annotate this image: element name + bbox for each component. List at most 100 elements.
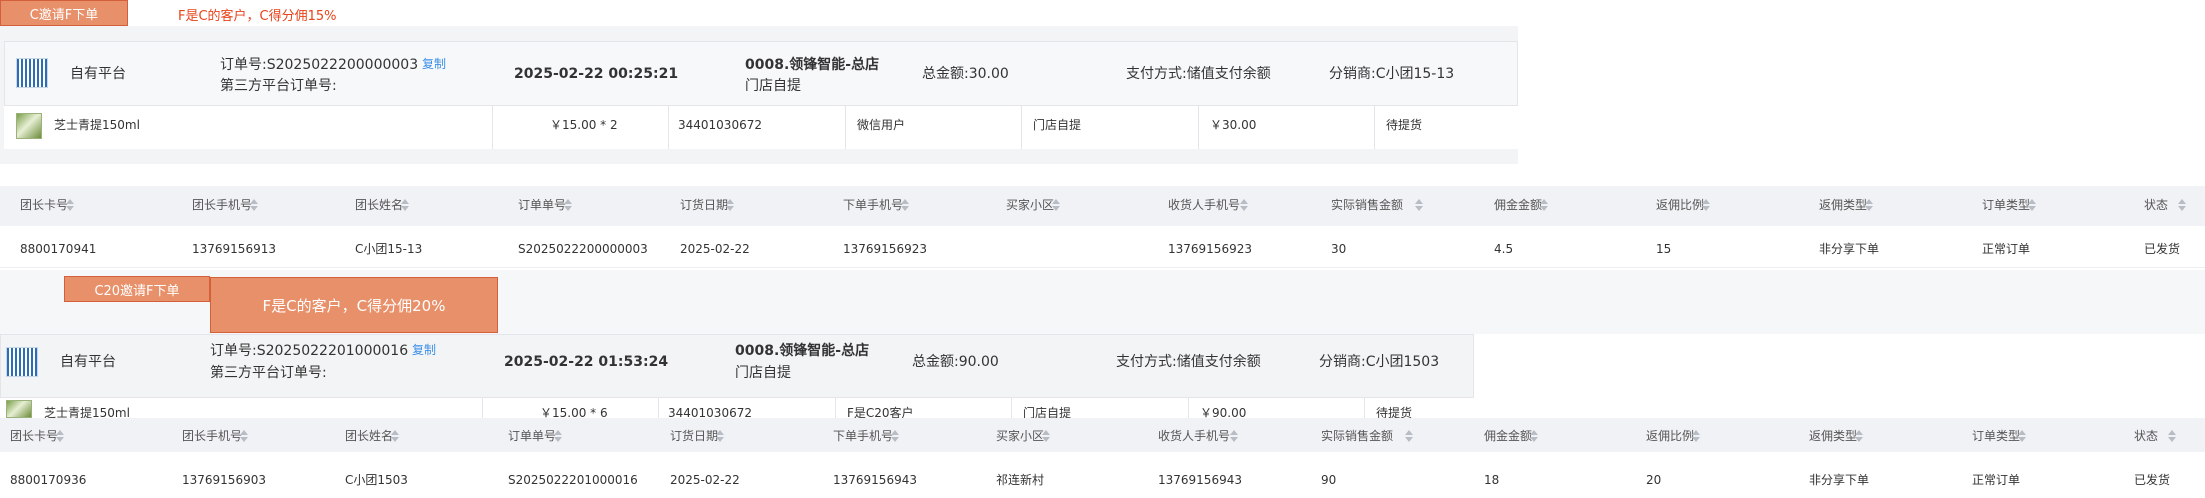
table1-header-rebate-rate[interactable]: 返佣比例 (1656, 199, 1704, 211)
table2-header-actual-sales[interactable]: 实际销售金额 (1321, 430, 1393, 442)
sort-icon[interactable] (1702, 199, 1710, 211)
section2-tag: C20邀请F下单 (64, 276, 210, 302)
sort-icon[interactable] (726, 199, 734, 211)
table1-cell-status: 已发货 (2144, 242, 2181, 256)
table2-header-order-no[interactable]: 订单单号 (508, 430, 556, 442)
sort-icon[interactable] (1052, 199, 1060, 211)
table2-header-rebate-rate[interactable]: 返佣比例 (1646, 430, 1694, 442)
sort-icon[interactable] (401, 199, 409, 211)
table2-header-commission[interactable]: 佣金金额 (1484, 430, 1532, 442)
table1-header-status[interactable]: 状态 (2144, 199, 2168, 211)
table1-header-buyer-phone[interactable]: 下单手机号 (843, 199, 903, 211)
copy-link[interactable]: 复制 (422, 58, 446, 70)
order-number: 订单号:S2025022200000003 (220, 57, 419, 73)
table2-header-buyer-phone[interactable]: 下单手机号 (833, 430, 893, 442)
section2-note-box: F是C的客户，C得分佣20% (210, 277, 498, 333)
table2-cell-actual-sales: 90 (1321, 473, 1337, 487)
sort-icon[interactable] (1230, 430, 1238, 442)
table1-header-buyer-community[interactable]: 买家小区 (1006, 199, 1054, 211)
item-delivery: 门店自提 (1033, 118, 1082, 132)
table2-header-card-no[interactable]: 团长卡号 (10, 430, 58, 442)
table2-cell-receiver-phone: 13769156943 (1158, 473, 1242, 487)
table1-cell-buyer-phone: 13769156923 (843, 242, 927, 256)
sort-icon[interactable] (391, 430, 399, 442)
table1-header-card-no[interactable]: 团长卡号 (20, 199, 68, 211)
third-party-order-number: 第三方平台订单号: (210, 365, 327, 381)
sort-icon[interactable] (1042, 430, 1050, 442)
platform-logo-icon (16, 58, 48, 88)
table2-cell-rebate-type: 非分享下单 (1809, 473, 1870, 487)
table2-cell-status: 已发货 (2134, 473, 2171, 487)
sort-icon[interactable] (250, 199, 258, 211)
table1-cell-rebate-rate: 15 (1656, 242, 1672, 256)
item-price-qty: ￥15.00 * 2 (550, 118, 618, 132)
table1-header (0, 186, 2205, 226)
table2-header-buyer-community[interactable]: 买家小区 (996, 430, 1044, 442)
sort-icon[interactable] (891, 430, 899, 442)
distributor: 分销商:C小团15-13 (1329, 66, 1455, 82)
store-name: 0008.领锋智能-总店 (735, 343, 870, 359)
table1-cell-order-date: 2025-02-22 (680, 242, 750, 256)
sort-icon[interactable] (240, 430, 248, 442)
sort-icon[interactable] (2178, 199, 2186, 211)
table2-header-leader-name[interactable]: 团长姓名 (345, 430, 393, 442)
table2-cell-commission: 18 (1484, 473, 1500, 487)
sort-icon[interactable] (2168, 430, 2176, 442)
table2-header-rebate-type[interactable]: 返佣类型 (1809, 430, 1857, 442)
pickup-method: 门店自提 (735, 365, 791, 381)
table1-cell-leader-name: C小团15-13 (355, 242, 423, 256)
sort-icon[interactable] (1530, 430, 1538, 442)
table1-header-actual-sales[interactable]: 实际销售金额 (1331, 199, 1403, 211)
sort-icon[interactable] (1415, 199, 1423, 211)
sort-icon[interactable] (1540, 199, 1548, 211)
table1-cell-receiver-phone: 13769156923 (1168, 242, 1252, 256)
sort-icon[interactable] (56, 430, 64, 442)
table1-header-order-date[interactable]: 订货日期 (680, 199, 728, 211)
order-number: 订单号:S2025022201000016 (210, 343, 409, 359)
store-name: 0008.领锋智能-总店 (745, 57, 880, 73)
item-status: 待提货 (1386, 118, 1423, 132)
sort-icon[interactable] (2028, 199, 2036, 211)
sort-icon[interactable] (66, 199, 74, 211)
table2-header-leader-phone[interactable]: 团长手机号 (182, 430, 242, 442)
table2-header-order-date[interactable]: 订货日期 (670, 430, 718, 442)
payment-method: 支付方式:储值支付余额 (1116, 354, 1261, 370)
table2-header-receiver-phone[interactable]: 收货人手机号 (1158, 430, 1230, 442)
table1-cell-commission: 4.5 (1494, 242, 1514, 256)
sort-icon[interactable] (564, 199, 572, 211)
table1-cell-order-type: 正常订单 (1982, 242, 2031, 256)
table1-header-order-no[interactable]: 订单单号 (518, 199, 566, 211)
sort-icon[interactable] (2018, 430, 2026, 442)
table1-header-commission[interactable]: 佣金金额 (1494, 199, 1542, 211)
table1-header-rebate-type[interactable]: 返佣类型 (1819, 199, 1867, 211)
sort-icon[interactable] (1240, 199, 1248, 211)
order-total: 总金额:30.00 (922, 66, 1009, 82)
sort-icon[interactable] (1405, 430, 1413, 442)
sort-icon[interactable] (554, 430, 562, 442)
table2-cell-order-no: S2025022201000016 (508, 473, 638, 487)
table2-header-order-type[interactable]: 订单类型 (1972, 430, 2020, 442)
table2-header-status[interactable]: 状态 (2134, 430, 2158, 442)
sort-icon[interactable] (1692, 430, 1700, 442)
table1-header-order-type[interactable]: 订单类型 (1982, 199, 2030, 211)
pickup-method: 门店自提 (745, 78, 801, 94)
table1-header-leader-name[interactable]: 团长姓名 (355, 199, 403, 211)
sort-icon[interactable] (1855, 430, 1863, 442)
sort-icon[interactable] (901, 199, 909, 211)
table1-header-receiver-phone[interactable]: 收货人手机号 (1168, 199, 1240, 211)
table1-cell-card-no: 8800170941 (20, 242, 97, 256)
copy-link[interactable]: 复制 (412, 344, 436, 356)
sort-icon[interactable] (716, 430, 724, 442)
sort-icon[interactable] (1865, 199, 1873, 211)
item-amount: ￥30.00 (1210, 118, 1257, 132)
third-party-order-number: 第三方平台订单号: (220, 78, 337, 94)
platform-name: 自有平台 (60, 354, 116, 370)
table2-cell-order-date: 2025-02-22 (670, 473, 740, 487)
table1-cell-leader-phone: 13769156913 (192, 242, 276, 256)
item-name: 芝士青提150ml (54, 118, 140, 132)
item-phone: 34401030672 (678, 118, 762, 132)
table2-row (0, 460, 2205, 498)
item-buyer: 微信用户 (857, 118, 906, 132)
table1-header-leader-phone[interactable]: 团长手机号 (192, 199, 252, 211)
table2-cell-card-no: 8800170936 (10, 473, 87, 487)
